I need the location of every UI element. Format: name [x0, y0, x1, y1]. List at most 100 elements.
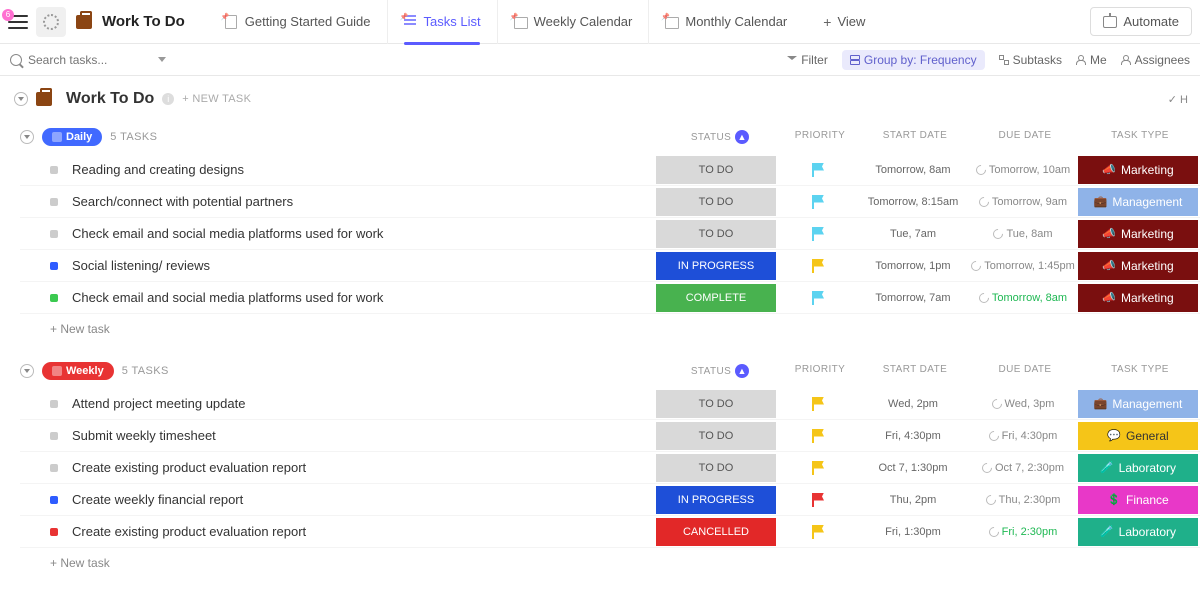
group-collapse-button[interactable] — [20, 364, 34, 378]
start-date-cell[interactable]: Wed, 2pm — [858, 398, 968, 410]
col-start-date[interactable]: START DATE — [860, 364, 970, 378]
task-name[interactable]: Create weekly financial report — [72, 492, 654, 507]
col-priority[interactable]: PRIORITY — [780, 364, 860, 378]
me-button[interactable]: Me — [1076, 53, 1107, 67]
group-by-button[interactable]: Group by: Frequency — [842, 50, 985, 70]
new-task-button[interactable]: + New task — [20, 548, 1200, 570]
task-name[interactable]: Submit weekly timesheet — [72, 428, 654, 443]
hide-button[interactable]: ✓ H — [1168, 93, 1188, 106]
priority-cell[interactable] — [778, 227, 858, 241]
start-date-cell[interactable]: Tomorrow, 1pm — [858, 260, 968, 272]
col-status[interactable]: STATUS▲ — [660, 130, 780, 144]
due-date-cell[interactable]: Tomorrow, 10am — [968, 164, 1078, 176]
tab-tasks-list[interactable]: 📌Tasks List — [388, 0, 498, 44]
task-name[interactable]: Social listening/ reviews — [72, 258, 654, 273]
priority-cell[interactable] — [778, 525, 858, 539]
start-date-cell[interactable]: Fri, 4:30pm — [858, 430, 968, 442]
status-box[interactable] — [50, 496, 58, 504]
status-cell[interactable]: TO DO — [656, 188, 776, 216]
task-row[interactable]: Submit weekly timesheet TO DO Fri, 4:30p… — [20, 420, 1200, 452]
task-type-cell[interactable]: 🧪Laboratory — [1078, 518, 1198, 546]
priority-cell[interactable] — [778, 429, 858, 443]
task-name[interactable]: Search/connect with potential partners — [72, 194, 654, 209]
due-date-cell[interactable]: Fri, 2:30pm — [968, 526, 1078, 538]
start-date-cell[interactable]: Fri, 1:30pm — [858, 526, 968, 538]
task-row[interactable]: Check email and social media platforms u… — [20, 282, 1200, 314]
task-type-cell[interactable]: 📣Marketing — [1078, 220, 1198, 248]
status-box[interactable] — [50, 432, 58, 440]
priority-cell[interactable] — [778, 397, 858, 411]
status-cell[interactable]: IN PROGRESS — [656, 252, 776, 280]
status-box[interactable] — [50, 166, 58, 174]
task-row[interactable]: Social listening/ reviews IN PROGRESS To… — [20, 250, 1200, 282]
task-name[interactable]: Create existing product evaluation repor… — [72, 524, 654, 539]
due-date-cell[interactable]: Tomorrow, 8am — [968, 292, 1078, 304]
priority-cell[interactable] — [778, 163, 858, 177]
task-type-cell[interactable]: 🧪Laboratory — [1078, 454, 1198, 482]
task-row[interactable]: Reading and creating designs TO DO Tomor… — [20, 154, 1200, 186]
due-date-cell[interactable]: Tue, 8am — [968, 228, 1078, 240]
task-type-cell[interactable]: 💲Finance — [1078, 486, 1198, 514]
task-row[interactable]: Search/connect with potential partners T… — [20, 186, 1200, 218]
due-date-cell[interactable]: Thu, 2:30pm — [968, 494, 1078, 506]
group-collapse-button[interactable] — [20, 130, 34, 144]
start-date-cell[interactable]: Tomorrow, 8am — [858, 164, 968, 176]
col-priority[interactable]: PRIORITY — [780, 130, 860, 144]
due-date-cell[interactable]: Fri, 4:30pm — [968, 430, 1078, 442]
task-type-cell[interactable]: 💼Management — [1078, 390, 1198, 418]
start-date-cell[interactable]: Tomorrow, 8:15am — [858, 196, 968, 208]
assignees-button[interactable]: Assignees — [1121, 53, 1190, 67]
priority-cell[interactable] — [778, 195, 858, 209]
task-row[interactable]: Attend project meeting update TO DO Wed,… — [20, 388, 1200, 420]
status-box[interactable] — [50, 528, 58, 536]
group-badge[interactable]: Weekly — [42, 362, 114, 380]
group-badge[interactable]: Daily — [42, 128, 102, 146]
status-cell[interactable]: TO DO — [656, 422, 776, 450]
task-name[interactable]: Create existing product evaluation repor… — [72, 460, 654, 475]
task-type-cell[interactable]: 📣Marketing — [1078, 252, 1198, 280]
col-start-date[interactable]: START DATE — [860, 130, 970, 144]
status-box[interactable] — [50, 198, 58, 206]
subtasks-button[interactable]: Subtasks — [999, 53, 1062, 67]
status-box[interactable] — [50, 400, 58, 408]
status-cell[interactable]: TO DO — [656, 454, 776, 482]
task-type-cell[interactable]: 📣Marketing — [1078, 156, 1198, 184]
priority-cell[interactable] — [778, 461, 858, 475]
start-date-cell[interactable]: Thu, 2pm — [858, 494, 968, 506]
due-date-cell[interactable]: Tomorrow, 1:45pm — [968, 260, 1078, 272]
tab-getting-started-guide[interactable]: 📌Getting Started Guide — [209, 0, 388, 44]
filter-button[interactable]: Filter — [787, 53, 828, 67]
due-date-cell[interactable]: Tomorrow, 9am — [968, 196, 1078, 208]
priority-cell[interactable] — [778, 259, 858, 273]
status-cell[interactable]: CANCELLED — [656, 518, 776, 546]
status-box[interactable] — [50, 230, 58, 238]
task-row[interactable]: Create existing product evaluation repor… — [20, 516, 1200, 548]
search-input[interactable] — [28, 53, 148, 67]
new-task-header-button[interactable]: + NEW TASK — [182, 93, 251, 105]
tab-weekly-calendar[interactable]: 📌Weekly Calendar — [498, 0, 650, 44]
collapse-all-button[interactable] — [14, 92, 28, 106]
menu-button[interactable]: 6 — [8, 15, 28, 29]
due-date-cell[interactable]: Oct 7, 2:30pm — [968, 462, 1078, 474]
add-view-button[interactable]: + View — [807, 0, 881, 44]
start-date-cell[interactable]: Oct 7, 1:30pm — [858, 462, 968, 474]
status-cell[interactable]: TO DO — [656, 220, 776, 248]
tab-monthly-calendar[interactable]: 📌Monthly Calendar — [649, 0, 803, 44]
due-date-cell[interactable]: Wed, 3pm — [968, 398, 1078, 410]
task-name[interactable]: Attend project meeting update — [72, 396, 654, 411]
priority-cell[interactable] — [778, 493, 858, 507]
new-task-button[interactable]: + New task — [20, 314, 1200, 336]
automate-button[interactable]: Automate — [1090, 7, 1192, 36]
col-status[interactable]: STATUS▲ — [660, 364, 780, 378]
info-icon[interactable]: i — [162, 93, 174, 105]
task-name[interactable]: Reading and creating designs — [72, 162, 654, 177]
status-box[interactable] — [50, 464, 58, 472]
task-type-cell[interactable]: 📣Marketing — [1078, 284, 1198, 312]
task-row[interactable]: Create existing product evaluation repor… — [20, 452, 1200, 484]
col-due-date[interactable]: DUE DATE — [970, 130, 1080, 144]
col-due-date[interactable]: DUE DATE — [970, 364, 1080, 378]
status-cell[interactable]: IN PROGRESS — [656, 486, 776, 514]
task-name[interactable]: Check email and social media platforms u… — [72, 226, 654, 241]
task-name[interactable]: Check email and social media platforms u… — [72, 290, 654, 305]
status-box[interactable] — [50, 262, 58, 270]
